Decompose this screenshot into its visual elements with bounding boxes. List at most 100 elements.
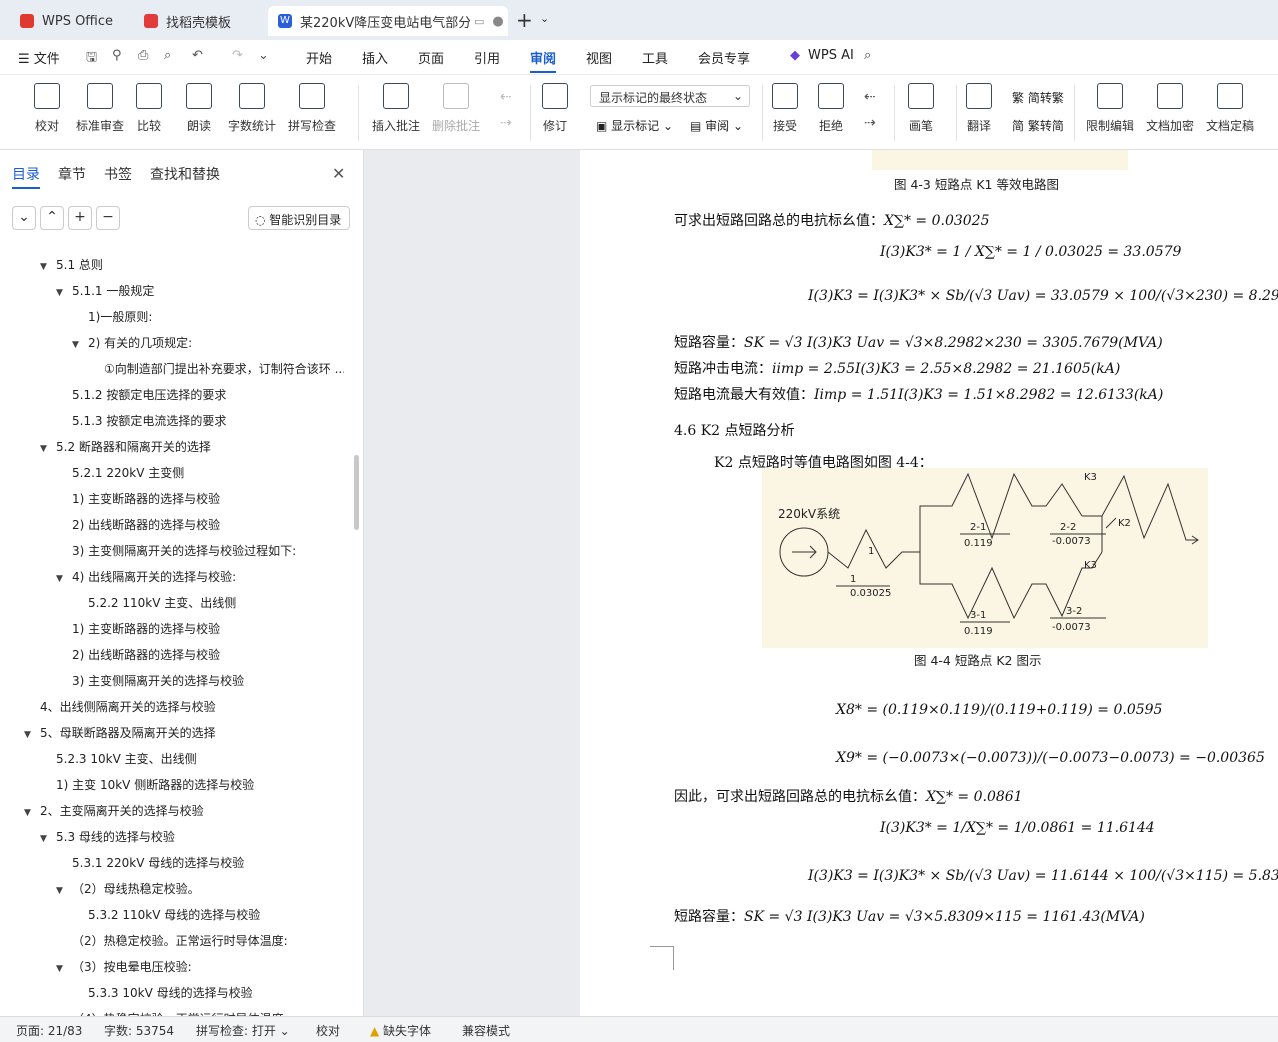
toc-item[interactable]: 5.2.3 10kV 主变、出线侧	[40, 750, 197, 767]
expand-button[interactable]: ⌃	[40, 206, 64, 230]
toc-item[interactable]: 5.2.2 110kV 主变、出线侧	[72, 594, 236, 611]
reject-button[interactable]: 拒绝	[818, 83, 844, 134]
spell-check-status[interactable]: 拼写检查: 打开 ⌄	[196, 1022, 290, 1039]
menu-insert[interactable]: 插入	[362, 48, 388, 67]
revise-button[interactable]: 修订	[542, 83, 568, 134]
toc-item[interactable]: ▼ 5.1.1 一般规定	[56, 282, 154, 299]
toc-item[interactable]: ▼ 5.2 断路器和隔离开关的选择	[40, 438, 211, 455]
toc-item[interactable]: 2) 出线断路器的选择与校验	[56, 516, 220, 533]
search-icon[interactable]: ⌕	[864, 48, 871, 63]
expand-arrow-icon[interactable]: ▼	[56, 574, 66, 584]
next-change-icon[interactable]: ⇢	[864, 115, 876, 131]
menu-view[interactable]: 视图	[586, 48, 612, 67]
toc-item[interactable]: 4、出线侧隔离开关的选择与校验	[24, 698, 216, 715]
save-icon[interactable]: 🖫	[86, 48, 97, 70]
show-marks-button[interactable]: ▣ 显示标记 ⌄	[596, 117, 673, 134]
monitor-icon[interactable]: ▭	[474, 15, 484, 28]
tab-toc[interactable]: 目录	[12, 164, 40, 189]
tab-bookmark[interactable]: 书签	[104, 164, 132, 184]
expand-arrow-icon[interactable]: ▼	[24, 808, 34, 818]
display-mode-select[interactable]: 显示标记的最终状态 ⌄	[590, 85, 750, 107]
word-count-indicator[interactable]: 字数: 53754	[104, 1022, 174, 1039]
share-icon[interactable]: ⚲	[112, 48, 122, 63]
restrict-edit-button[interactable]: 限制编辑	[1086, 83, 1134, 134]
menu-review[interactable]: 审阅	[530, 48, 557, 73]
more-icon[interactable]: ⌄	[258, 48, 269, 63]
compare-button[interactable]: 比较	[136, 83, 162, 134]
tab-document[interactable]: W 某220kV降压变电站电气部分设计 ▭ ●	[268, 6, 508, 36]
tab-chapter[interactable]: 章节	[58, 164, 86, 184]
review-pane-button[interactable]: ▤ 审阅 ⌄	[690, 117, 743, 134]
delete-comment-button[interactable]: 删除批注	[432, 83, 480, 134]
previous-change-icon[interactable]: ⇠	[864, 89, 876, 105]
toc-scrollbar[interactable]	[354, 455, 359, 530]
toc-item[interactable]: 1)一般原则:	[72, 308, 152, 325]
toc-item[interactable]: ▼ 2) 有关的几项规定:	[72, 334, 192, 351]
undo-icon[interactable]: ↶	[192, 48, 203, 63]
expand-arrow-icon[interactable]: ▼	[56, 288, 66, 298]
toc-item[interactable]: 2) 出线断路器的选择与校验	[56, 646, 220, 663]
toc-item[interactable]: 5.2.1 220kV 主变侧	[56, 464, 184, 481]
menu-file[interactable]: ☰ 文件	[18, 48, 60, 67]
trad-to-simp-button[interactable]: 简 繁转简	[1012, 117, 1064, 134]
toc-item[interactable]: ▼ 5.3 母线的选择与校验	[40, 828, 175, 845]
tab-wps-office[interactable]: WPS Office	[10, 6, 126, 36]
menu-wps-ai[interactable]: WPS AI	[808, 48, 854, 63]
proof-button[interactable]: 校对	[34, 83, 60, 134]
toc-item[interactable]: ▼ 5、母联断路器及隔离开关的选择	[24, 724, 216, 741]
insert-comment-button[interactable]: 插入批注	[372, 83, 420, 134]
tab-template[interactable]: 找稻壳模板	[134, 6, 262, 36]
expand-arrow-icon[interactable]: ▼	[40, 262, 50, 272]
word-count-button[interactable]: 字数统计	[228, 83, 276, 134]
toc-item[interactable]: 1) 主变断路器的选择与校验	[56, 490, 220, 507]
redo-icon[interactable]: ↷	[232, 48, 243, 63]
expand-arrow-icon[interactable]: ▼	[56, 964, 66, 974]
finalize-button[interactable]: 文档定稿	[1206, 83, 1254, 134]
menu-page[interactable]: 页面	[418, 48, 444, 67]
page-indicator[interactable]: 页面: 21/83	[16, 1022, 82, 1039]
print-icon[interactable]: ⎙	[138, 48, 148, 63]
toc-item[interactable]: 5.3.2 110kV 母线的选择与校验	[72, 906, 260, 923]
toc-item[interactable]: 3) 主变侧隔离开关的选择与校验	[56, 672, 244, 689]
menu-start[interactable]: 开始	[306, 48, 332, 67]
expand-arrow-icon[interactable]: ▼	[40, 834, 50, 844]
toc-item[interactable]: 1) 主变断路器的选择与校验	[56, 620, 220, 637]
chevron-down-icon[interactable]: ⌄	[540, 12, 549, 25]
toc-item[interactable]: 5.3.1 220kV 母线的选择与校验	[56, 854, 244, 871]
toc-item[interactable]: ▼ 5.1 总则	[40, 256, 103, 273]
expand-arrow-icon[interactable]: ▼	[40, 444, 50, 454]
proof-status[interactable]: 校对	[316, 1022, 340, 1039]
toc-item[interactable]: ▼ 2、主变隔离开关的选择与校验	[24, 802, 204, 819]
menu-reference[interactable]: 引用	[474, 48, 500, 67]
toc-item[interactable]: 5.3.3 10kV 母线的选择与校验	[72, 984, 253, 1001]
read-aloud-button[interactable]: 朗读	[186, 83, 212, 134]
print-preview-icon[interactable]: ⌕	[164, 48, 171, 63]
toc-item[interactable]: ①向制造部门提出补充要求，订制符合该环 ...	[88, 360, 344, 377]
toc-item[interactable]: ▼ （3）按电晕电压校验:	[56, 958, 192, 975]
new-tab-icon[interactable]: +	[516, 8, 533, 32]
menu-tools[interactable]: 工具	[642, 48, 668, 67]
missing-font-status[interactable]: ▲ 缺失字体	[370, 1022, 431, 1039]
accept-button[interactable]: 接受	[772, 83, 798, 134]
next-comment-icon[interactable]: ⇢	[500, 115, 512, 131]
encrypt-button[interactable]: 文档加密	[1146, 83, 1194, 134]
document-page[interactable]: 图 4-3 短路点 K1 等效电路图 可求出短路回路总的电抗标幺值：X∑* = …	[580, 150, 1278, 1016]
add-heading-button[interactable]: +	[68, 206, 92, 230]
simp-to-trad-button[interactable]: 繁 简转繁	[1012, 89, 1064, 106]
expand-arrow-icon[interactable]: ▼	[56, 886, 66, 896]
close-icon[interactable]: ✕	[332, 164, 345, 183]
toc-item[interactable]: ▼ （2）母线热稳定校验。	[56, 880, 200, 897]
expand-arrow-icon[interactable]: ▼	[72, 340, 82, 350]
toc-item[interactable]: 1) 主变 10kV 侧断路器的选择与校验	[40, 776, 254, 793]
toc-item[interactable]: 3) 主变侧隔离开关的选择与校验过程如下:	[56, 542, 296, 559]
toc-item[interactable]: （2）热稳定校验。正常运行时导体温度:	[56, 932, 288, 949]
menu-member[interactable]: 会员专享	[698, 48, 750, 67]
previous-comment-icon[interactable]: ⇠	[500, 89, 512, 105]
translate-button[interactable]: 翻译	[966, 83, 992, 134]
pen-button[interactable]: 画笔	[908, 83, 934, 134]
standard-review-button[interactable]: 标准审查	[76, 83, 124, 134]
remove-heading-button[interactable]: −	[96, 206, 120, 230]
smart-toc-button[interactable]: ◌ 智能识别目录	[248, 206, 350, 230]
collapse-all-button[interactable]: ⌄	[12, 206, 36, 230]
expand-arrow-icon[interactable]: ▼	[24, 730, 34, 740]
